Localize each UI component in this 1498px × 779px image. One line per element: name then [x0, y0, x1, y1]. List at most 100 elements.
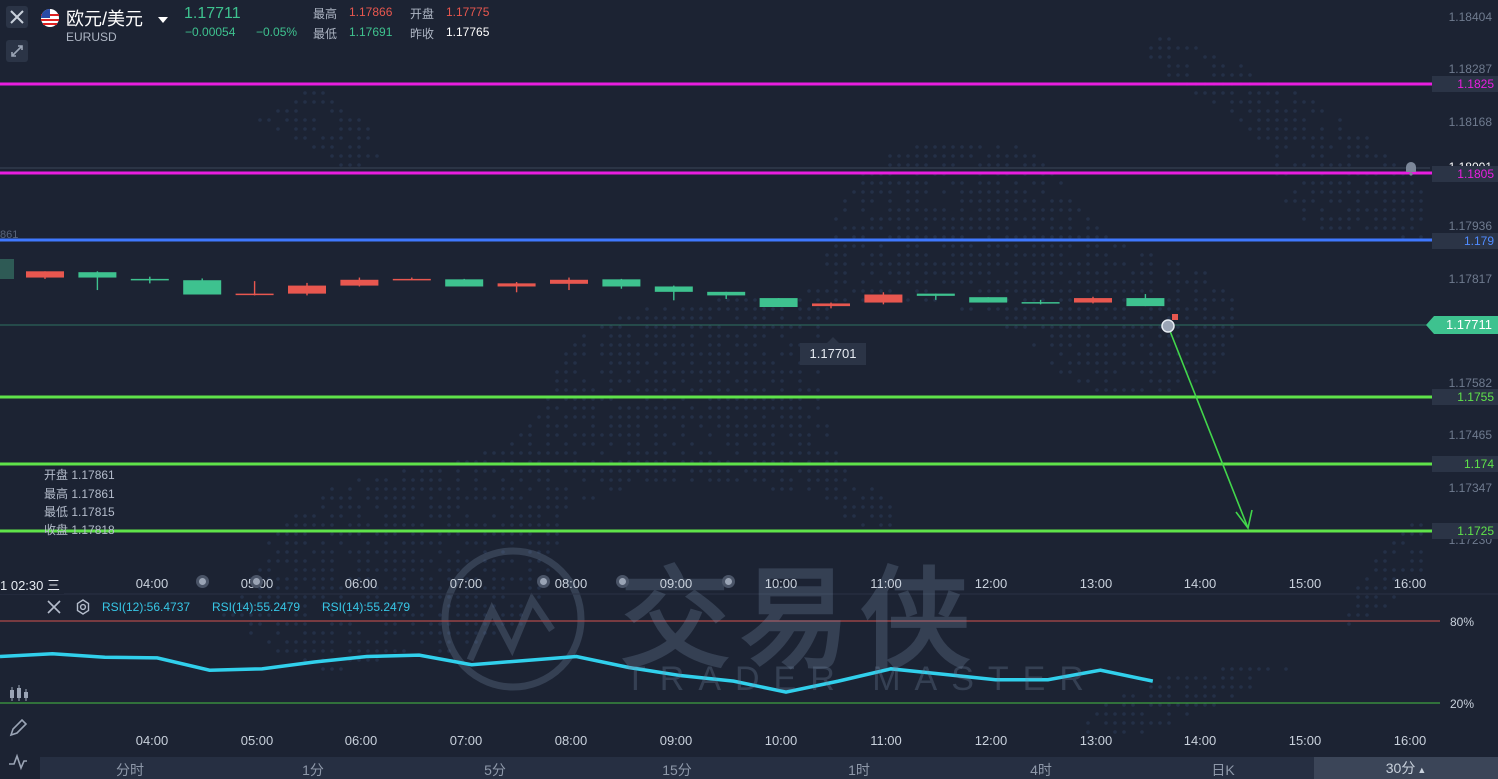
- price-axis-label: 1.18287: [1448, 62, 1492, 76]
- time-axis-label: 11:00: [870, 576, 902, 591]
- rsi-time-label: 06:00: [344, 733, 378, 748]
- rsi-time-label: 04:00: [135, 733, 169, 748]
- time-cursor-label: 1 02:30 三: [0, 575, 64, 594]
- period-tab-30m-label: 30分: [1385, 760, 1416, 776]
- candle-body: [392, 278, 431, 281]
- price-change-pct: −0.05%: [256, 25, 298, 39]
- caret-up-icon: ▲: [1417, 765, 1427, 775]
- candle-body: [497, 283, 536, 287]
- line-tag-1725[interactable]: 1.1725: [1432, 523, 1498, 539]
- high-value: 1.17866: [349, 5, 393, 19]
- candle-body: [969, 297, 1008, 303]
- candle-body: [707, 291, 746, 296]
- crosshair-price-label: 1.17701: [800, 343, 866, 365]
- candle-body: [550, 279, 588, 284]
- symbol-title[interactable]: 欧元/美元: [66, 5, 143, 31]
- indicator-tool-icon[interactable]: [4, 748, 32, 776]
- candle-body: [235, 293, 274, 296]
- watermark-logo-mark: [466, 592, 555, 662]
- rsi-level-low: 20%: [1450, 697, 1475, 711]
- ohlc-high: 最高 1.17861: [44, 487, 115, 501]
- price-axis-label: 1.17817: [1448, 272, 1492, 286]
- time-axis-label: 10:00: [764, 576, 798, 591]
- candle-body: [1074, 298, 1112, 303]
- current-price: 1.17711: [184, 5, 241, 22]
- candle-body: [78, 272, 117, 278]
- left-edge-value: 861: [0, 229, 19, 241]
- price-change: −0.00054: [185, 25, 236, 39]
- time-axis-label: 13:00: [1079, 576, 1113, 591]
- line-tag-174[interactable]: 1.174: [1432, 456, 1498, 472]
- price-axis-label: 1.18168: [1448, 115, 1492, 129]
- rsi-time-label: 10:00: [764, 733, 798, 748]
- period-tab-30m[interactable]: 30分 ▲: [1314, 757, 1498, 779]
- event-marker-icon[interactable]: [250, 575, 263, 588]
- period-tab-timeshare[interactable]: 分时: [100, 760, 160, 779]
- price-axis-label: 1.17347: [1448, 481, 1492, 495]
- line-tag-179[interactable]: 1.179: [1432, 233, 1498, 249]
- event-marker-icon[interactable]: [722, 575, 735, 588]
- event-marker-icon[interactable]: [196, 575, 209, 588]
- line-tag-1805[interactable]: 1.1805: [1432, 166, 1498, 182]
- pencil-tool-icon[interactable]: [4, 714, 32, 742]
- high-label: 最高: [313, 7, 338, 21]
- line-tag-1755[interactable]: 1.1755: [1432, 389, 1498, 405]
- price-axis-label: 1.18404: [1448, 10, 1492, 24]
- time-axis-label: 16:00: [1393, 576, 1427, 591]
- period-tab-15m[interactable]: 15分: [647, 760, 707, 779]
- period-bar: 分时 1分 5分 15分 1时 4时 日K 30分 ▲: [40, 757, 1498, 779]
- period-tab-1h[interactable]: 1时: [829, 760, 889, 779]
- low-label: 最低: [313, 27, 338, 41]
- open-value: 1.17775: [446, 5, 490, 19]
- rsi-time-label: 12:00: [974, 733, 1008, 748]
- price-axis-label: 1.17465: [1448, 428, 1492, 442]
- bell-icon[interactable]: [1402, 159, 1420, 177]
- rsi14-label: RSI(14):55.2479: [212, 600, 301, 614]
- settings-gear-icon[interactable]: [75, 599, 91, 615]
- candle-body: [812, 303, 850, 307]
- period-tab-day[interactable]: 日K: [1193, 760, 1253, 779]
- rsi-time-label: 07:00: [449, 733, 483, 748]
- close-indicator-icon[interactable]: [46, 599, 62, 615]
- watermark-en: TRADER MASTER: [625, 660, 1098, 698]
- period-tab-5m[interactable]: 5分: [465, 760, 525, 779]
- collapse-icon[interactable]: [6, 40, 28, 62]
- rsi-time-label: 13:00: [1079, 733, 1113, 748]
- event-marker-icon[interactable]: [537, 575, 550, 588]
- rsi-time-label: 08:00: [554, 733, 588, 748]
- candle-body: [916, 293, 955, 296]
- rsi-time-label: 05:00: [240, 733, 274, 748]
- period-tab-1m[interactable]: 1分: [283, 760, 343, 779]
- candle-body: [26, 271, 64, 278]
- time-axis-label: 04:00: [135, 576, 169, 591]
- rsi-time-label: 14:00: [1183, 733, 1217, 748]
- close-icon[interactable]: [6, 6, 28, 28]
- forecast-arrow-line: [1167, 325, 1249, 529]
- candle-body: [1021, 302, 1060, 304]
- candle-body: [445, 279, 484, 287]
- candle-body: [864, 294, 903, 303]
- period-tab-4h[interactable]: 4时: [1011, 760, 1071, 779]
- open-label: 开盘: [410, 7, 435, 21]
- rsi-time-label: 11:00: [870, 733, 902, 748]
- line-tag-1825[interactable]: 1.1825: [1432, 76, 1498, 92]
- chevron-down-icon[interactable]: [158, 12, 168, 30]
- candlestick-tool-icon[interactable]: [4, 680, 32, 708]
- time-axis-label: 14:00: [1183, 576, 1217, 591]
- rsi-time-label: 15:00: [1288, 733, 1322, 748]
- candle-body: [602, 279, 641, 287]
- drag-handle: [1161, 319, 1175, 333]
- left-edge-candle: [0, 259, 14, 279]
- candle-body: [288, 285, 326, 294]
- candle-body: [340, 279, 379, 286]
- rsi-time-label: 16:00: [1393, 733, 1427, 748]
- rsi-level-high: 80%: [1450, 615, 1475, 629]
- time-axis-label: 06:00: [344, 576, 378, 591]
- candle-body: [759, 298, 798, 308]
- candle-body: [130, 278, 169, 281]
- event-marker-icon[interactable]: [616, 575, 629, 588]
- prev-close-value: 1.17765: [446, 25, 490, 39]
- symbol-code: EURUSD: [66, 30, 117, 44]
- ohlc-close: 收盘 1.17818: [44, 523, 115, 537]
- time-axis-label: 08:00: [554, 576, 588, 591]
